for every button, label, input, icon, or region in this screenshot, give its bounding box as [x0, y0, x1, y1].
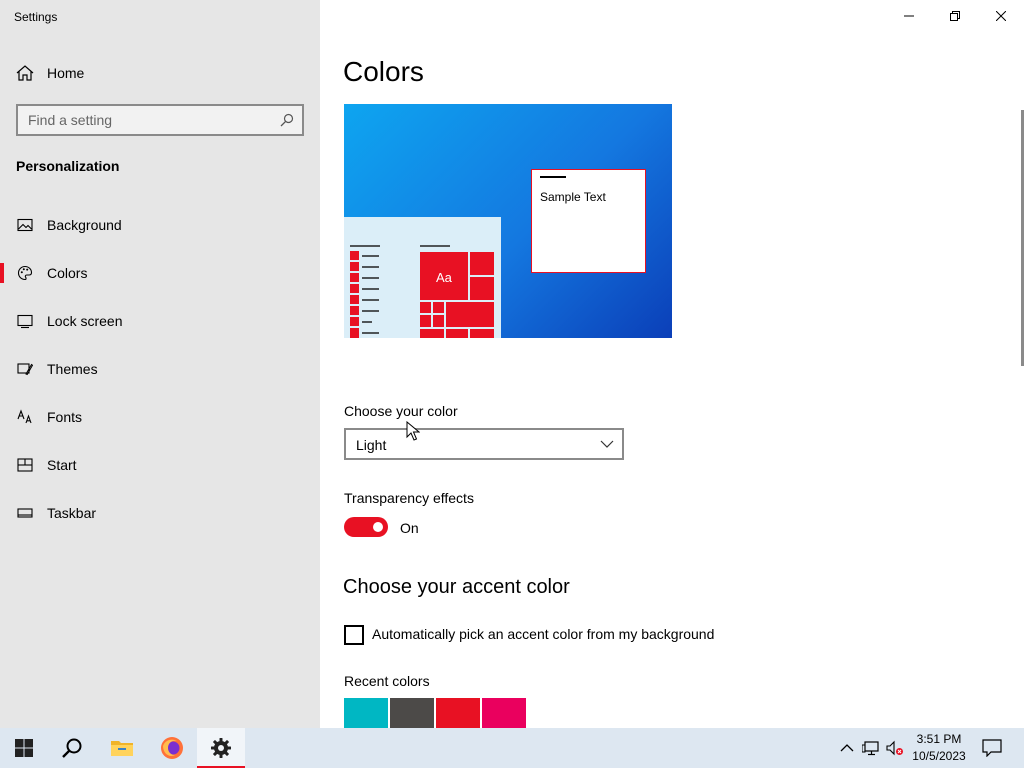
- gear-icon: [211, 738, 231, 758]
- sample-window-titlebar: [540, 176, 566, 178]
- taskbar-icon: [17, 508, 33, 518]
- main-content: Colors Aa Sample Text Choose your color …: [320, 0, 1024, 728]
- sidebar-item-label: Colors: [47, 265, 88, 281]
- sidebar-item-label: Start: [47, 457, 77, 473]
- preview-tile-label: Aa: [436, 270, 452, 285]
- recent-color-swatch[interactable]: [344, 698, 388, 728]
- home-nav-item[interactable]: Home: [0, 56, 320, 90]
- transparency-label: Transparency effects: [344, 490, 474, 506]
- preview-sample-window: Sample Text: [531, 169, 646, 273]
- sidebar-item-label: Fonts: [47, 409, 83, 425]
- folder-icon: [111, 741, 133, 756]
- auto-accent-label: Automatically pick an accent color from …: [372, 626, 715, 642]
- start-button[interactable]: [0, 728, 48, 768]
- chevron-down-icon: [600, 440, 614, 448]
- toggle-knob: [373, 522, 383, 532]
- choose-color-value: Light: [356, 437, 387, 453]
- network-icon[interactable]: [862, 740, 880, 756]
- notification-icon[interactable]: [982, 739, 1002, 757]
- taskbar: 3:51 PM 10/5/2023: [0, 728, 1024, 768]
- home-label: Home: [47, 65, 85, 81]
- close-icon: [996, 11, 1006, 21]
- preview-start-menu: Aa: [344, 217, 501, 338]
- app-title: Settings: [14, 10, 58, 24]
- home-icon: [16, 65, 34, 81]
- start-icon: [17, 458, 33, 472]
- sidebar-item-label: Lock screen: [47, 313, 123, 329]
- lock-screen-icon: [17, 314, 33, 329]
- selection-indicator: [0, 263, 4, 283]
- preview-start-menu-graphic: [350, 245, 494, 338]
- picture-icon: [17, 218, 33, 232]
- auto-accent-checkbox[interactable]: [344, 625, 364, 645]
- choose-color-dropdown[interactable]: Light: [344, 428, 624, 460]
- clock-date: 10/5/2023: [912, 749, 966, 763]
- taskbar-clock[interactable]: 3:51 PM 10/5/2023: [906, 731, 972, 765]
- clock-time: 3:51 PM: [916, 732, 962, 746]
- mouse-cursor-icon: [406, 421, 420, 441]
- sidebar-item-background[interactable]: Background: [0, 205, 320, 245]
- minimize-button[interactable]: [886, 0, 932, 32]
- sidebar-item-label: Taskbar: [47, 505, 97, 521]
- sidebar-item-fonts[interactable]: Fonts: [0, 397, 320, 437]
- chevron-up-icon[interactable]: [838, 740, 856, 756]
- search-icon[interactable]: [280, 113, 294, 127]
- sidebar-item-start[interactable]: Start: [0, 445, 320, 485]
- transparency-state: On: [400, 520, 419, 536]
- file-explorer-button[interactable]: [98, 728, 146, 768]
- choose-color-label: Choose your color: [344, 403, 458, 419]
- search-input[interactable]: [18, 106, 302, 134]
- recent-colors-label: Recent colors: [344, 673, 430, 689]
- page-title: Colors: [343, 56, 424, 87]
- sidebar: Settings Home Personalization Background…: [0, 0, 320, 728]
- sidebar-item-label: Themes: [47, 361, 98, 377]
- fonts-icon: [17, 409, 32, 424]
- sample-text: Sample Text: [540, 190, 606, 204]
- restore-icon: [950, 11, 960, 21]
- restore-button[interactable]: [932, 0, 978, 32]
- firefox-button[interactable]: [148, 728, 196, 768]
- palette-icon: [17, 265, 33, 281]
- recent-color-swatch[interactable]: [390, 698, 434, 728]
- recent-color-swatch[interactable]: [482, 698, 526, 728]
- sidebar-item-label: Background: [47, 217, 122, 233]
- sidebar-item-themes[interactable]: Themes: [0, 349, 320, 389]
- settings-taskbar-button[interactable]: [197, 728, 245, 768]
- accent-heading: Choose your accent color: [343, 576, 570, 598]
- minimize-icon: [904, 15, 914, 17]
- close-button[interactable]: [978, 0, 1024, 32]
- search-box[interactable]: [16, 104, 304, 136]
- sidebar-item-colors[interactable]: Colors: [0, 253, 320, 293]
- theme-preview: Aa Sample Text: [344, 104, 672, 338]
- section-title: Personalization: [16, 158, 120, 174]
- sidebar-item-lock-screen[interactable]: Lock screen: [0, 301, 320, 341]
- volume-muted-icon[interactable]: [886, 740, 904, 756]
- transparency-toggle[interactable]: [344, 517, 388, 537]
- recent-color-swatch[interactable]: [436, 698, 480, 728]
- windows-logo-icon: [15, 739, 33, 757]
- firefox-icon: [161, 737, 183, 759]
- search-icon: [62, 738, 82, 758]
- search-taskbar-button[interactable]: [48, 728, 96, 768]
- themes-icon: [17, 363, 33, 376]
- sidebar-item-taskbar[interactable]: Taskbar: [0, 493, 320, 533]
